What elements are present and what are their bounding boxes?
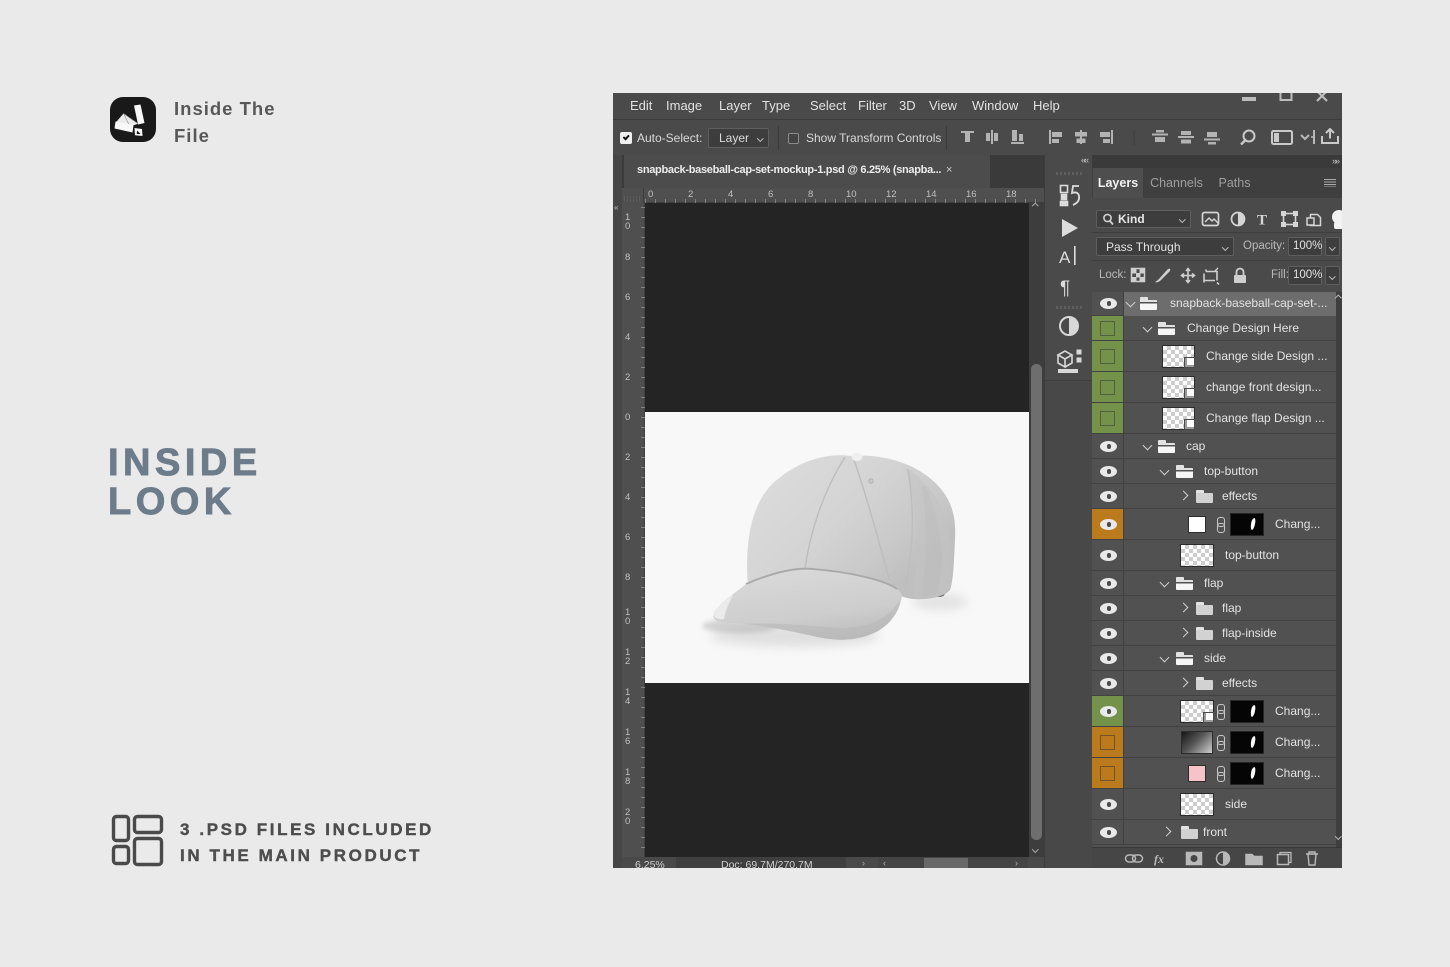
svg-text:fx: fx	[1154, 852, 1164, 866]
svg-text:T: T	[1257, 213, 1267, 229]
svg-text:¶: ¶	[1060, 278, 1070, 299]
svg-text:A: A	[1059, 248, 1071, 267]
